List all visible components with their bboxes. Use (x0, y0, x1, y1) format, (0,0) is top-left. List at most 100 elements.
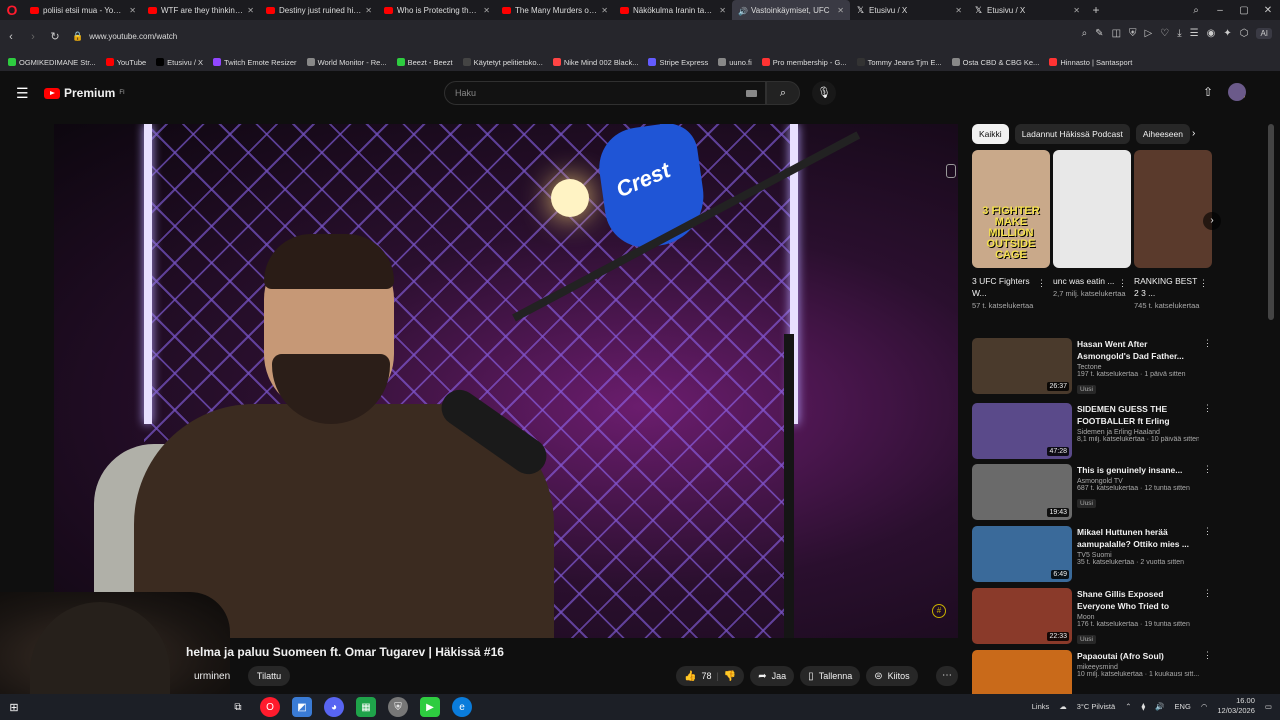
recommendation-title[interactable]: SIDEMEN GUESS THE FOOTBALLER ft Erling H… (1077, 403, 1199, 427)
recommendation-item[interactable]: 19:43 This is genuinely insane... Asmongol… (972, 464, 1212, 520)
shield-app-icon[interactable]: ⛨ (388, 697, 408, 717)
browser-tab[interactable]: Näkökulma Iranin tapahtu ✕ (614, 0, 732, 20)
close-tab-icon[interactable]: ✕ (129, 6, 136, 15)
weather-text[interactable]: 3°C Pilvistä (1077, 702, 1115, 711)
bookmark-item[interactable]: Tommy Jeans Tjm E... (856, 58, 942, 67)
recommendation-channel[interactable]: Sidemen ja Erling Haaland (1077, 429, 1199, 436)
recommendation-title[interactable]: Hasan Went After Asmongold's Dad Father.… (1077, 338, 1199, 362)
video-thumbnail[interactable]: 22:33 (972, 588, 1072, 644)
tray-chevron-icon[interactable]: ⌃ (1125, 702, 1131, 711)
browser-tab[interactable]: 🔊 Vastoinkäymiset, UFC ✕ (732, 0, 850, 20)
volume-icon[interactable]: 🔊 (1155, 702, 1164, 711)
new-tab-icon[interactable]: + (1086, 3, 1106, 17)
task-view-icon[interactable]: ⧉ (228, 697, 248, 717)
short-item[interactable]: 3 FIGHTER MAKE MILLION OUTSIDE CAGE 3 UFC… (972, 150, 1050, 311)
subscribed-button[interactable]: Tilattu (248, 666, 290, 686)
recommendation-channel[interactable]: mikeeysmind (1077, 664, 1199, 671)
opera-gx-icon[interactable]: O (260, 697, 280, 717)
hamburger-menu-icon[interactable]: ☰ (16, 85, 29, 102)
profile-icon[interactable]: ◉ (1207, 28, 1216, 39)
more-options-icon[interactable]: ⋮ (1118, 278, 1127, 289)
bookmark-item[interactable]: Osta CBD & CBG Ke... (951, 58, 1039, 67)
thanks-button[interactable]: ⊜ Kiitos (866, 666, 918, 686)
video-player[interactable]: Crest # (54, 124, 958, 638)
short-title[interactable]: 3 UFC Fighters W... (972, 275, 1036, 299)
avatar[interactable] (1228, 83, 1246, 101)
play-store-icon[interactable]: ▶ (420, 697, 440, 717)
bookmark-item[interactable]: uuno.fi (718, 58, 752, 67)
chip-next-icon[interactable]: › (1192, 128, 1195, 139)
discord-icon[interactable]: ◕ (324, 697, 344, 717)
browser-tab[interactable]: The Many Murders of Jeffr✕ (496, 0, 614, 20)
more-actions-icon[interactable]: ⋯ (936, 666, 958, 686)
save-button[interactable]: ▯ Tallenna (800, 666, 861, 686)
more-options-icon[interactable]: ⋮ (1203, 464, 1212, 475)
edge-browser-icon[interactable]: e (452, 697, 472, 717)
heart-icon[interactable]: ♡ (1160, 28, 1169, 39)
close-tab-icon[interactable]: ✕ (955, 6, 962, 15)
forward-icon[interactable]: › (22, 31, 44, 43)
close-tab-icon[interactable]: ✕ (365, 6, 372, 15)
ai-button[interactable]: AI (1256, 28, 1272, 39)
video-thumbnail[interactable]: 47:28 (972, 403, 1072, 459)
recommendation-title[interactable]: This is genuinely insane... (1077, 464, 1199, 476)
short-thumbnail[interactable]: 3 FIGHTER MAKE MILLION OUTSIDE CAGE (972, 150, 1050, 268)
cube-icon[interactable]: ⬡ (1240, 28, 1249, 39)
close-tab-icon[interactable]: ✕ (837, 6, 844, 15)
menu-icon[interactable]: ☰ (1190, 28, 1199, 39)
bookmark-item[interactable]: Käytetyt pelitietoko... (462, 58, 543, 67)
search-tabs-icon[interactable]: ⌕ (1184, 5, 1208, 16)
browser-tab[interactable]: poliisi etsii mua - YouTube ✕ (24, 0, 142, 20)
like-button[interactable]: 👍 78 | 👎 (676, 666, 745, 686)
language-indicator[interactable]: ENG (1175, 702, 1191, 711)
shorts-next-icon[interactable]: › (1203, 212, 1221, 230)
windows-start-icon[interactable]: ⊞ (0, 701, 28, 714)
bookmark-item[interactable]: Nike Mind 002 Black... (552, 58, 638, 67)
browser-tab[interactable]: 𝕏 Etusivu / X ✕ (850, 0, 968, 20)
network-icon[interactable]: ⧫ (1141, 702, 1145, 711)
links-toolbar[interactable]: Links (1032, 702, 1050, 711)
short-item[interactable]: RANKING BEST 2 3 ... 745 t. katselukertaa… (1134, 150, 1212, 311)
more-options-icon[interactable]: ⋮ (1203, 526, 1212, 537)
close-tab-icon[interactable]: ✕ (601, 6, 608, 15)
short-thumbnail[interactable] (1134, 150, 1212, 268)
clock[interactable]: 16.00 12/03/2026 (1217, 696, 1255, 716)
browser-tab[interactable]: 𝕏 Etusivu / X ✕ (968, 0, 1086, 20)
reload-icon[interactable]: ↻ (44, 30, 66, 43)
short-title[interactable]: RANKING BEST 2 3 ... (1134, 275, 1198, 299)
camera-icon[interactable]: ◫ (1112, 28, 1121, 39)
edit-icon[interactable]: ✎ (1095, 28, 1103, 39)
share-button[interactable]: ➦ Jaa (750, 666, 795, 686)
bookmark-item[interactable]: Stripe Express (648, 58, 708, 67)
search-input[interactable]: Haku (444, 81, 766, 105)
recommendation-title[interactable]: Mikael Huttunen herää aamupalalle? Ottik… (1077, 526, 1199, 550)
shield-icon[interactable]: ⛨ (1129, 28, 1137, 39)
back-icon[interactable]: ‹ (0, 31, 22, 43)
opera-logo-icon[interactable]: O (0, 0, 24, 20)
recommendation-item[interactable]: 6:49 Mikael Huttunen herää aamupalalle? O… (972, 526, 1212, 582)
close-tab-icon[interactable]: ✕ (247, 6, 254, 15)
maximize-icon[interactable]: ▢ (1232, 5, 1256, 16)
spreadsheet-app-icon[interactable]: ▦ (356, 697, 376, 717)
recommendation-channel[interactable]: Tectone (1077, 364, 1199, 371)
close-tab-icon[interactable]: ✕ (483, 6, 490, 15)
more-options-icon[interactable]: ⋮ (1203, 403, 1212, 414)
download-icon[interactable]: ⤓ (1177, 28, 1181, 39)
short-item[interactable]: unc was eatin ... 2,7 milj. katselukertaa… (1053, 150, 1131, 299)
photos-app-icon[interactable]: ◩ (292, 697, 312, 717)
close-window-icon[interactable]: ✕ (1256, 5, 1280, 16)
filter-chip[interactable]: Kaikki (972, 124, 1009, 144)
recommendation-title[interactable]: Shane Gillis Exposed Everyone Who Tried … (1077, 588, 1199, 612)
bookmark-item[interactable]: Beezt - Beezt (396, 58, 453, 67)
minimize-icon[interactable]: – (1208, 5, 1232, 16)
bookmark-item[interactable]: Hinnasto | Santasport (1049, 58, 1132, 67)
browser-tab[interactable]: WTF are they thinking? - Y✕ (142, 0, 260, 20)
more-options-icon[interactable]: ⋮ (1199, 278, 1208, 289)
short-title[interactable]: unc was eatin ... (1053, 275, 1117, 287)
search-button[interactable]: ⌕ (766, 81, 800, 105)
bookmark-item[interactable]: Etusivu / X (156, 58, 203, 67)
recommendation-title[interactable]: Papaoutai (Afro Soul) (1077, 650, 1199, 662)
video-thumbnail[interactable]: 6:49 (972, 526, 1072, 582)
recommendation-channel[interactable]: TV5 Suomi (1077, 552, 1199, 559)
recommendation-channel[interactable]: Asmongold TV (1077, 478, 1199, 485)
